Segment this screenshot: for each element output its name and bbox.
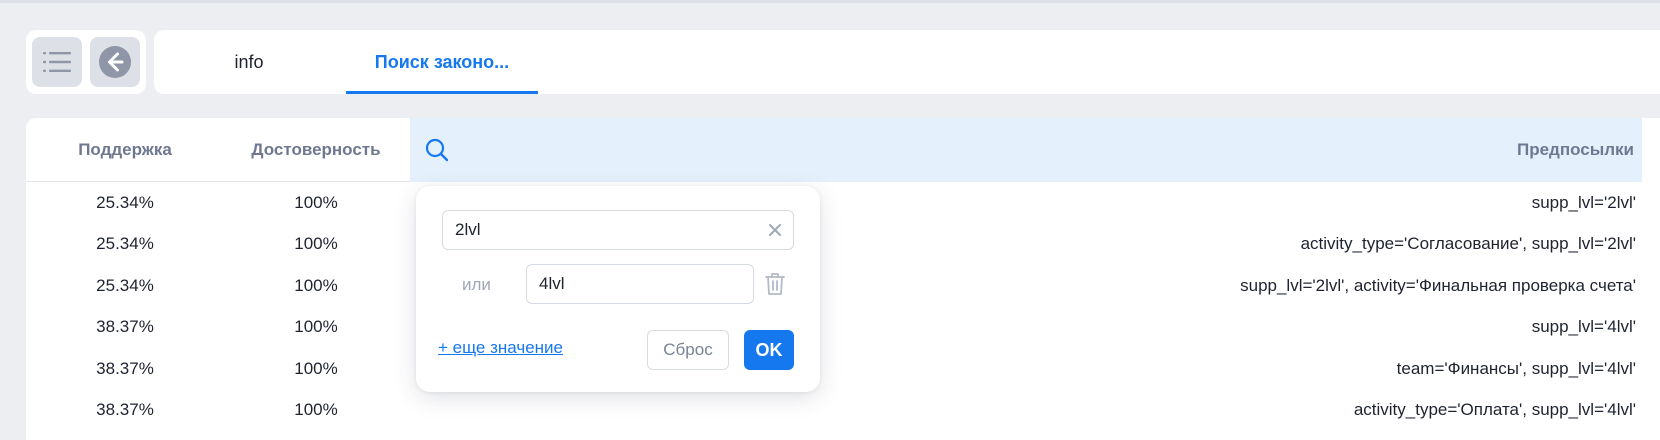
filter-popup: 2lvl или 4lvl + еще значение Сброс OK	[416, 186, 820, 392]
tab-pattern-search[interactable]: Поиск законо...	[346, 30, 538, 94]
column-header-confidence[interactable]: Достоверность	[236, 118, 396, 182]
cell-confidence: 100%	[294, 358, 338, 378]
table-row[interactable]: 25.34% 100% supp_lvl='2lvl', activity='Ф…	[26, 265, 1660, 307]
menu-button[interactable]	[32, 37, 82, 87]
table-row[interactable]: 38.37% 100% supp_lvl='4lvl'	[26, 307, 1660, 349]
column-filter-header[interactable]	[410, 118, 1660, 182]
header-separator	[1642, 118, 1660, 182]
ok-button[interactable]: OK	[744, 330, 794, 370]
table-body: 25.34% 100% supp_lvl='2lvl' 25.34% 100% …	[26, 182, 1660, 431]
cell-support: 25.34%	[96, 192, 154, 212]
arrow-left-circle-icon	[99, 46, 131, 78]
column-header-support[interactable]: Поддержка	[50, 118, 200, 182]
rules-table: Поддержка Достоверность Предпосылки 25.3…	[26, 118, 1660, 440]
cell-premise: supp_lvl='2lvl'	[1531, 192, 1636, 212]
window-top-border	[0, 0, 1660, 3]
filter-value-input-2[interactable]: 4lvl	[526, 264, 754, 304]
or-label: или	[462, 275, 491, 294]
cell-support: 25.34%	[96, 275, 154, 295]
filter-value-input[interactable]: 2lvl	[442, 210, 794, 250]
tab-info[interactable]: info	[194, 30, 304, 94]
trash-icon[interactable]	[764, 272, 786, 296]
cell-premise: supp_lvl='2lvl', activity='Финальная про…	[1240, 275, 1636, 295]
search-icon[interactable]	[424, 137, 450, 163]
cell-premise: team='Финансы', supp_lvl='4lvl'	[1396, 358, 1636, 378]
cell-support: 38.37%	[96, 317, 154, 337]
table-row[interactable]: 25.34% 100% supp_lvl='2lvl'	[26, 182, 1660, 224]
clear-icon[interactable]	[767, 222, 783, 238]
cell-confidence: 100%	[294, 234, 338, 254]
cell-confidence: 100%	[294, 192, 338, 212]
cell-premise: supp_lvl='4lvl'	[1531, 317, 1636, 337]
add-value-link[interactable]: + еще значение	[438, 338, 563, 358]
cell-support: 38.37%	[96, 358, 154, 378]
cell-support: 25.34%	[96, 234, 154, 254]
cell-confidence: 100%	[294, 400, 338, 420]
cell-confidence: 100%	[294, 317, 338, 337]
cell-support: 38.37%	[96, 400, 154, 420]
cell-premise: activity_type='Оплата', supp_lvl='4lvl'	[1353, 400, 1636, 420]
table-header: Поддержка Достоверность Предпосылки	[26, 118, 1660, 182]
reset-button[interactable]: Сброс	[647, 330, 729, 370]
table-row[interactable]: 38.37% 100% activity_type='Оплата', supp…	[26, 390, 1660, 432]
toolbar-group	[26, 30, 146, 94]
table-row[interactable]: 25.34% 100% activity_type='Согласование'…	[26, 224, 1660, 266]
cell-premise: activity_type='Согласование', supp_lvl='…	[1300, 234, 1636, 254]
back-button[interactable]	[90, 37, 140, 87]
cell-confidence: 100%	[294, 275, 338, 295]
filter-value-text: 2lvl	[455, 220, 481, 239]
table-row[interactable]: 38.37% 100% team='Финансы', supp_lvl='4l…	[26, 348, 1660, 390]
tabs-bar: info Поиск законо...	[154, 30, 1660, 94]
filter-value-text-2: 4lvl	[539, 274, 565, 293]
list-menu-icon	[43, 52, 71, 72]
column-header-premises[interactable]: Предпосылки	[1517, 118, 1634, 182]
